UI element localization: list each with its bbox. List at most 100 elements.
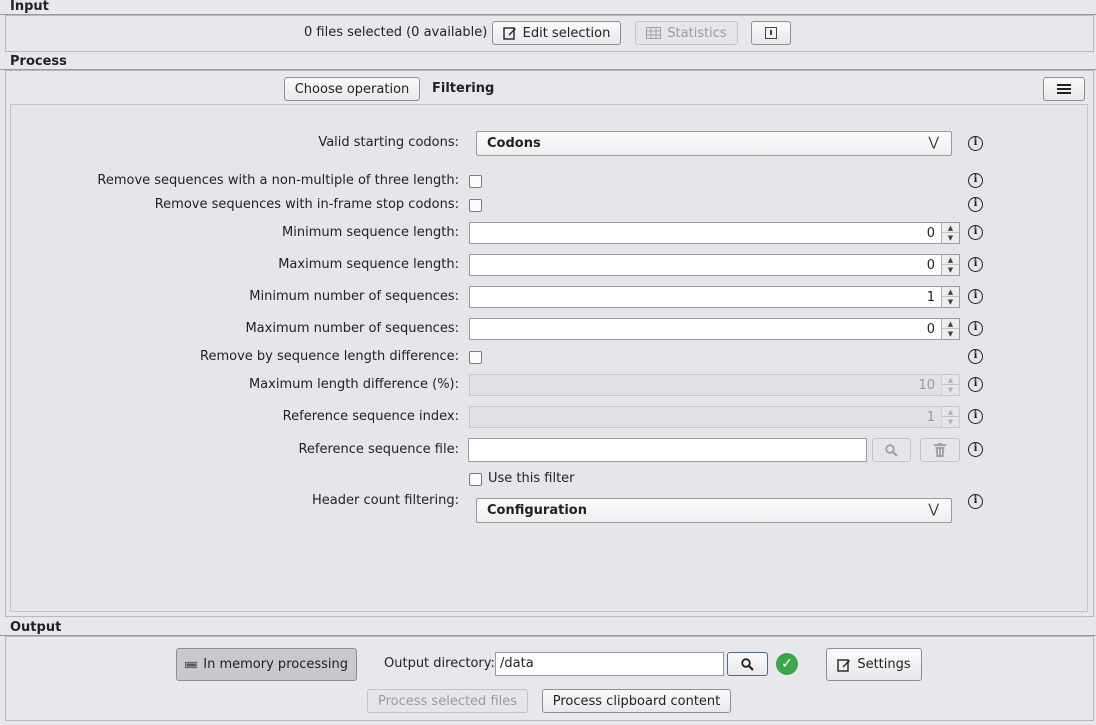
- info-icon[interactable]: i: [968, 321, 983, 336]
- input-section-title: Input: [10, 0, 49, 14]
- output-dir-label: Output directory:: [384, 656, 495, 671]
- ref-seq-file-field[interactable]: [468, 438, 867, 462]
- process-selected-files-button[interactable]: Process selected files: [367, 689, 528, 713]
- max-num-seq-spinner[interactable]: 0 ▲ ▼: [469, 318, 960, 340]
- info-icon[interactable]: i: [968, 136, 983, 151]
- table-icon: [646, 27, 662, 39]
- min-num-seq-spinner[interactable]: 1 ▲ ▼: [469, 286, 960, 308]
- spinner-arrows[interactable]: ▲ ▼: [941, 407, 959, 427]
- info-icon[interactable]: i: [968, 409, 983, 424]
- statistics-button[interactable]: Statistics: [635, 21, 738, 45]
- spinner-down-icon[interactable]: ▼: [942, 329, 959, 339]
- process-clipboard-label: Process clipboard content: [552, 693, 721, 709]
- info-icon[interactable]: i: [968, 225, 983, 240]
- edit-icon: [502, 27, 516, 40]
- spinner-arrows[interactable]: ▲ ▼: [941, 319, 959, 339]
- in-memory-processing-toggle[interactable]: In memory processing: [176, 648, 357, 681]
- edit-icon: [837, 658, 851, 672]
- info-icon[interactable]: i: [968, 442, 983, 457]
- spinner-up-icon[interactable]: ▲: [942, 407, 959, 417]
- min-seq-length-label: Minimum sequence length:: [282, 225, 459, 240]
- magnifier-icon: [885, 443, 898, 457]
- chevron-down-icon: ⋁: [928, 135, 939, 150]
- remove-by-diff-label: Remove by sequence length difference:: [200, 349, 459, 364]
- valid-codons-combo[interactable]: Codons ⋁: [476, 131, 952, 156]
- min-seq-length-spinner[interactable]: 0 ▲ ▼: [469, 222, 960, 244]
- non-multiple-label: Remove sequences with a non-multiple of …: [97, 173, 459, 188]
- min-num-seq-label: Minimum number of sequences:: [249, 289, 459, 304]
- info-icon[interactable]: i: [968, 349, 983, 364]
- spinner-down-icon[interactable]: ▼: [942, 233, 959, 243]
- remove-by-diff-checkbox[interactable]: [469, 351, 482, 364]
- check-circle-icon: ✓: [776, 653, 798, 675]
- use-filter-label: Use this filter: [488, 471, 575, 486]
- max-length-diff-label: Maximum length difference (%):: [248, 377, 459, 392]
- max-seq-length-label: Maximum sequence length:: [278, 257, 459, 272]
- in-memory-processing-label: In memory processing: [203, 657, 348, 672]
- info-icon[interactable]: i: [968, 289, 983, 304]
- max-num-seq-value: 0: [926, 322, 935, 337]
- spinner-down-icon[interactable]: ▼: [942, 297, 959, 307]
- choose-operation-label: Choose operation: [294, 81, 410, 97]
- info-panel-button[interactable]: [751, 21, 791, 45]
- spinner-up-icon[interactable]: ▲: [942, 255, 959, 265]
- max-num-seq-label: Maximum number of sequences:: [245, 321, 459, 336]
- spinner-arrows[interactable]: ▲ ▼: [941, 375, 959, 395]
- spinner-up-icon[interactable]: ▲: [942, 375, 959, 385]
- process-section-title: Process: [10, 54, 67, 69]
- edit-selection-button[interactable]: Edit selection: [492, 21, 621, 45]
- ref-seq-file-search-button[interactable]: [872, 438, 911, 462]
- valid-codons-label: Valid starting codons:: [318, 135, 459, 150]
- info-icon[interactable]: i: [968, 173, 983, 188]
- settings-button[interactable]: Settings: [826, 648, 922, 681]
- info-icon[interactable]: i: [968, 197, 983, 212]
- spinner-down-icon[interactable]: ▼: [942, 385, 959, 395]
- spinner-arrows[interactable]: ▲ ▼: [941, 223, 959, 243]
- operation-name: Filtering: [432, 81, 495, 96]
- header-count-value: Configuration: [487, 503, 587, 518]
- ref-seq-index-value: 1: [926, 410, 935, 425]
- edit-selection-label: Edit selection: [522, 25, 611, 41]
- memory-chip-icon: [185, 661, 198, 668]
- trash-icon: [934, 443, 946, 457]
- use-filter-checkbox[interactable]: [469, 473, 482, 486]
- output-dir-field[interactable]: /data: [495, 652, 724, 676]
- menu-button[interactable]: [1043, 77, 1085, 101]
- inframe-stop-checkbox[interactable]: [469, 199, 482, 212]
- non-multiple-checkbox[interactable]: [469, 175, 482, 188]
- spinner-up-icon[interactable]: ▲: [942, 319, 959, 329]
- statistics-label: Statistics: [667, 25, 727, 41]
- spinner-arrows[interactable]: ▲ ▼: [941, 287, 959, 307]
- max-length-diff-value: 10: [918, 378, 935, 393]
- max-seq-length-spinner[interactable]: 0 ▲ ▼: [469, 254, 960, 276]
- max-length-diff-spinner[interactable]: 10 ▲ ▼: [469, 374, 960, 396]
- info-icon[interactable]: i: [968, 377, 983, 392]
- min-seq-length-value: 0: [926, 226, 935, 241]
- magnifier-icon: [741, 657, 754, 671]
- info-icon[interactable]: i: [968, 257, 983, 272]
- settings-label: Settings: [857, 657, 911, 672]
- hamburger-menu-icon: [1057, 84, 1071, 94]
- output-dir-search-button[interactable]: [727, 652, 768, 676]
- spinner-down-icon[interactable]: ▼: [942, 265, 959, 275]
- info-icon[interactable]: i: [968, 494, 983, 509]
- chevron-down-icon: ⋁: [928, 502, 939, 517]
- min-num-seq-value: 1: [926, 290, 935, 305]
- ref-seq-file-clear-button[interactable]: [920, 438, 960, 462]
- spinner-up-icon[interactable]: ▲: [942, 287, 959, 297]
- max-seq-length-value: 0: [926, 258, 935, 273]
- ref-seq-index-label: Reference sequence index:: [282, 409, 459, 424]
- spinner-up-icon[interactable]: ▲: [942, 223, 959, 233]
- spinner-arrows[interactable]: ▲ ▼: [941, 255, 959, 275]
- header-count-combo[interactable]: Configuration ⋁: [476, 498, 952, 523]
- spinner-down-icon[interactable]: ▼: [942, 417, 959, 427]
- ref-seq-file-label: Reference sequence file:: [298, 442, 459, 457]
- header-count-label: Header count filtering:: [312, 493, 459, 508]
- choose-operation-button[interactable]: Choose operation: [284, 77, 420, 101]
- valid-codons-value: Codons: [487, 136, 541, 151]
- inframe-stop-label: Remove sequences with in-frame stop codo…: [154, 197, 459, 212]
- process-clipboard-button[interactable]: Process clipboard content: [542, 689, 731, 713]
- output-section-title: Output: [10, 620, 62, 635]
- ref-seq-index-spinner[interactable]: 1 ▲ ▼: [469, 406, 960, 428]
- files-selected-text: 0 files selected (0 available): [304, 25, 488, 40]
